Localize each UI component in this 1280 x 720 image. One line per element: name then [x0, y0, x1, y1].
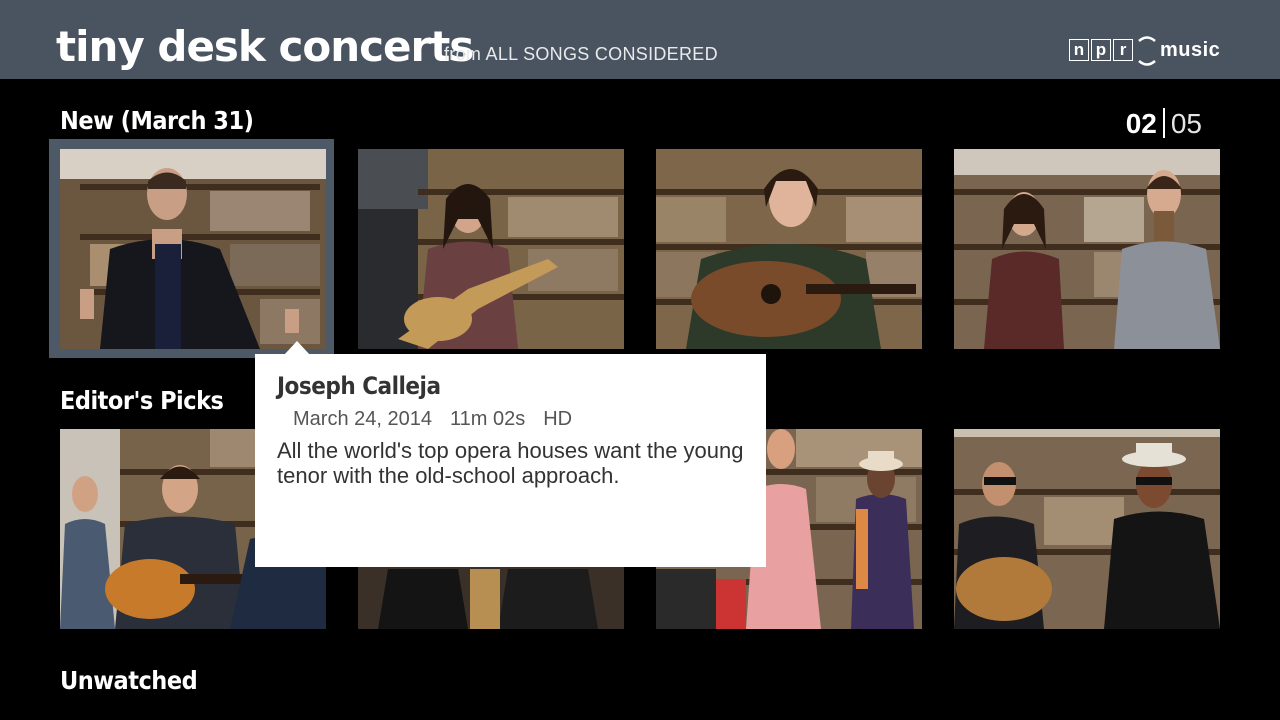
- video-thumbnail-image: [358, 149, 624, 349]
- section-title-unwatched: Unwatched: [60, 666, 198, 695]
- npr-music-logo: n p r music: [1069, 32, 1220, 68]
- page-indicator: 02 05: [1126, 108, 1202, 140]
- popup-title: Joseph Calleja: [277, 372, 441, 400]
- page-current: 02: [1125, 108, 1157, 139]
- npr-letter-r: r: [1113, 39, 1133, 61]
- music-waves-icon: [1138, 36, 1156, 66]
- video-thumbnail-image: [60, 149, 326, 349]
- section-title-new: New (March 31): [60, 106, 254, 135]
- app-title: tiny desk concerts: [56, 22, 474, 71]
- popup-quality-badge: HD: [543, 408, 573, 430]
- video-thumbnail[interactable]: [656, 149, 922, 349]
- npr-letter-n: n: [1069, 39, 1089, 61]
- video-thumbnail-image: [954, 149, 1220, 349]
- page-divider: [1162, 108, 1165, 138]
- app-subtitle: from ALL SONGS CONSIDERED: [444, 44, 718, 64]
- popup-meta: March 24, 2014 11m 02s HD: [293, 408, 590, 431]
- popup-description: All the world's top opera houses want th…: [277, 438, 744, 488]
- video-thumbnail-image: [656, 149, 922, 349]
- section-title-editors-picks: Editor's Picks: [60, 386, 224, 415]
- npr-letter-p: p: [1091, 39, 1111, 61]
- video-thumbnail-image: [954, 429, 1220, 629]
- video-thumbnail[interactable]: [954, 429, 1220, 629]
- music-label: music: [1160, 38, 1221, 61]
- video-detail-popup: Joseph Calleja March 24, 2014 11m 02s HD A…: [255, 354, 766, 567]
- popup-duration: 11m 02s: [449, 408, 526, 430]
- popup-date: March 24, 2014: [293, 408, 432, 430]
- video-thumbnail[interactable]: [60, 149, 326, 349]
- popup-pointer: [284, 341, 310, 355]
- page-total: 05: [1170, 108, 1202, 139]
- video-thumbnail[interactable]: [954, 149, 1220, 349]
- app-header: tiny desk concerts from ALL SONGS CONSID…: [0, 0, 1280, 79]
- video-thumbnail[interactable]: [358, 149, 624, 349]
